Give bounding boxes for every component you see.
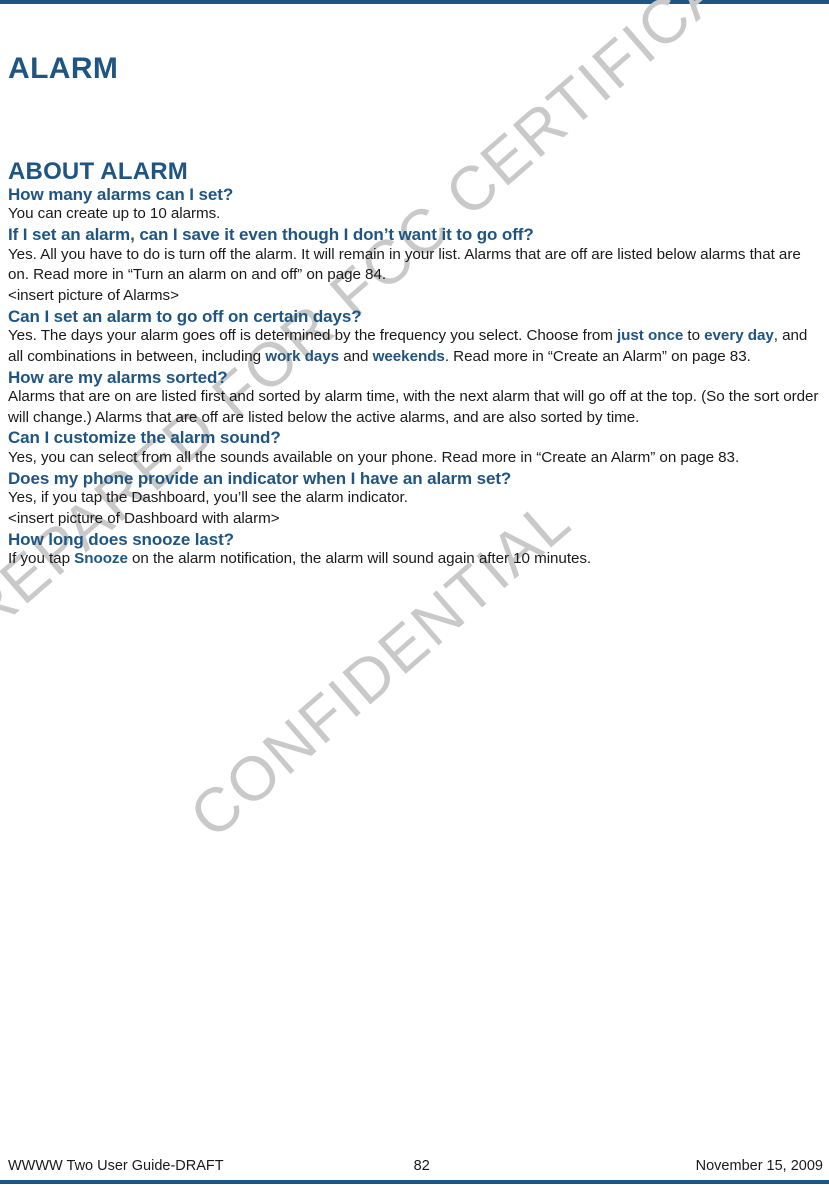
keyword-work-days: work days — [265, 347, 340, 365]
keyword-weekends: weekends — [372, 347, 445, 365]
faq-question-snooze-length: How long does snooze last? — [8, 529, 234, 549]
answer-text-part-1: If you tap — [8, 550, 75, 568]
answer-text-part-4: and — [339, 347, 373, 365]
keyword-snooze: Snooze — [74, 550, 128, 568]
answer-text-part-2: on the alarm notification, the alarm wil… — [127, 550, 592, 568]
faq-question-alarms-sorted: How are my alarms sorted? — [8, 367, 228, 387]
faq-answer-certain-days: Yes. The days your alarm goes off is det… — [8, 326, 823, 367]
faq-answer-snooze-length: If you tap Snooze on the alarm notificat… — [8, 549, 823, 570]
faq-answer-how-many-alarms: You can create up to 10 alarms. — [8, 205, 221, 223]
keyword-just-once: just once — [617, 327, 684, 345]
page-footer: WWWW Two User Guide-DRAFT 82 November 15… — [8, 1158, 823, 1174]
section-title: ABOUT ALARM — [8, 157, 188, 185]
faq-question-customize-sound: Can I customize the alarm sound? — [8, 428, 281, 448]
answer-text-part-1: Yes. The days your alarm goes off is det… — [8, 327, 618, 345]
faq-question-certain-days: Can I set an alarm to go off on certain … — [8, 306, 362, 326]
footer-date: November 15, 2009 — [695, 1158, 823, 1174]
faq-answer-customize-sound: Yes, you can select from all the sounds … — [8, 449, 740, 466]
faq-answer-alarms-sorted: Alarms that are on are listed first and … — [8, 388, 819, 426]
chapter-title: ALARM — [8, 52, 119, 85]
answer-text-part-5: . Read more in “Create an Alarm” on page… — [444, 347, 751, 365]
faq-note-insert-picture-alarms: <insert picture of Alarms> — [8, 287, 179, 304]
faq-question-how-many-alarms: How many alarms can I set? — [8, 184, 234, 204]
footer-document-title: WWWW Two User Guide-DRAFT — [8, 1158, 224, 1174]
document-page: PREPARED FOR FCC CERTIFICATION CONFIDENT… — [0, 0, 829, 1188]
footer-rule — [0, 1180, 829, 1184]
footer-page-number: 82 — [413, 1158, 430, 1174]
faq-note-insert-picture-dashboard: <insert picture of Dashboard with alarm> — [8, 509, 280, 527]
answer-text-part-2: to — [683, 327, 705, 345]
faq-answer-save-alarm: Yes. All you have to do is turn off the … — [8, 245, 801, 284]
faq-answer-alarm-indicator: Yes, if you tap the Dashboard, you’ll se… — [8, 489, 408, 507]
faq-question-save-alarm: If I set an alarm, can I save it even th… — [8, 225, 534, 245]
faq-question-alarm-indicator: Does my phone provide an indicator when … — [8, 468, 512, 488]
keyword-every-day: every day — [704, 327, 774, 345]
document-content: ALARM ABOUT ALARM How many alarms can I … — [8, 0, 823, 570]
